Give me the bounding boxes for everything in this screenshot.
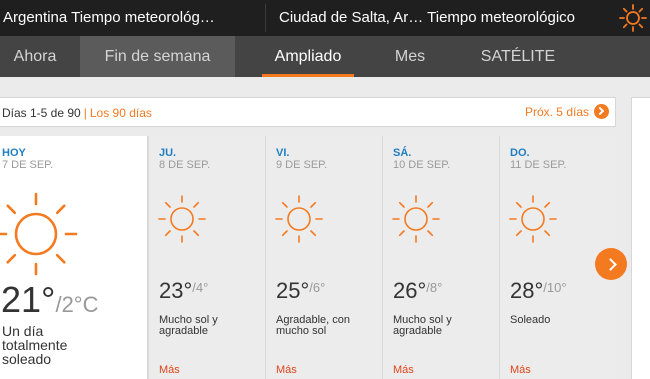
more-link[interactable]: Más xyxy=(159,364,180,376)
temp-low: /2°C xyxy=(55,292,99,317)
forecast-tabs: Ahora Fin de semana Ampliado Mes SATÉLIT… xyxy=(0,36,650,77)
day-date: 9 DE SEP. xyxy=(276,159,328,171)
sun-icon xyxy=(275,195,323,243)
day-description: Agradable, con mucho sol xyxy=(276,315,366,337)
day-date: 7 DE SEP. xyxy=(2,159,54,171)
desc-line: agradable xyxy=(159,325,208,337)
day-description: Un día totalmente soleado xyxy=(2,324,122,366)
day-label: DO. xyxy=(510,147,530,159)
forecast-cards: HOY 7 DE SEP. 21°/2°C Un día totalmente … xyxy=(0,136,616,379)
tab-fin-de-semana[interactable]: Fin de semana xyxy=(80,36,235,77)
tab-satelite[interactable]: SATÉLITE xyxy=(470,36,566,77)
temperature: 23°/4° xyxy=(159,278,208,304)
temp-high: 26° xyxy=(393,278,427,303)
desc-line: totalmente xyxy=(2,337,68,353)
more-link[interactable]: Más xyxy=(393,364,414,376)
side-panel xyxy=(631,97,650,379)
more-link[interactable]: Más xyxy=(276,364,297,376)
day-label: HOY xyxy=(2,147,26,159)
temperature: 21°/2°C xyxy=(1,279,99,321)
sun-icon xyxy=(0,192,78,276)
arrow-right-icon xyxy=(594,104,609,119)
country-title[interactable]: Argentina Tiempo meteorológ… xyxy=(0,0,262,36)
day-label: JU. xyxy=(159,147,177,159)
sun-icon xyxy=(158,195,206,243)
desc-line: Un día xyxy=(2,323,44,339)
desc-line: Soleado xyxy=(510,314,551,326)
temp-high: 21° xyxy=(1,279,56,320)
desc-line: agradable xyxy=(393,325,442,337)
top-header: Argentina Tiempo meteorológ… Ciudad de S… xyxy=(0,0,650,36)
day-date: 10 DE SEP. xyxy=(393,159,451,171)
all-90-days-link[interactable]: Los 90 días xyxy=(90,106,152,120)
temperature: 28°/10° xyxy=(510,278,567,304)
temp-low: /4° xyxy=(192,280,209,295)
range-count: Días 1-5 de 90 | Los 90 días xyxy=(2,106,152,120)
next-days-arrow-button[interactable] xyxy=(595,248,627,280)
next-5-days-label: Próx. 5 días xyxy=(524,104,589,119)
range-count-text: Días 1-5 de 90 xyxy=(2,106,81,120)
range-separator: | xyxy=(83,106,87,120)
next-5-days-link[interactable]: Próx. 5 días xyxy=(525,104,609,119)
temp-high: 28° xyxy=(510,278,544,303)
temperature: 25°/6° xyxy=(276,278,325,304)
temp-low: /6° xyxy=(309,280,326,295)
day-description: Mucho sol y agradable xyxy=(393,315,483,337)
day-card[interactable]: VI. 9 DE SEP. 25°/6° Agradable, con much… xyxy=(265,136,382,379)
sun-icon xyxy=(392,195,440,243)
day-label: VI. xyxy=(276,147,290,159)
day-date: 8 DE SEP. xyxy=(159,159,211,171)
temp-high: 25° xyxy=(276,278,310,303)
desc-line: soleado xyxy=(2,351,52,367)
tab-ahora[interactable]: Ahora xyxy=(0,36,70,77)
temp-low: /10° xyxy=(543,280,567,295)
city-title[interactable]: Ciudad de Salta, Ar… Tiempo meteorológic… xyxy=(279,0,616,36)
day-description: Soleado xyxy=(510,315,600,326)
day-description: Mucho sol y agradable xyxy=(159,315,249,337)
sun-icon xyxy=(509,195,557,243)
desc-line: mucho sol xyxy=(276,325,327,337)
temperature: 26°/8° xyxy=(393,278,442,304)
day-card[interactable]: SÁ. 10 DE SEP. 26°/8° Mucho sol y agrada… xyxy=(382,136,499,379)
temp-low: /8° xyxy=(426,280,443,295)
day-card[interactable]: JU. 8 DE SEP. 23°/4° Mucho sol y agradab… xyxy=(148,136,265,379)
tab-mes[interactable]: Mes xyxy=(380,36,440,77)
day-card-today[interactable]: HOY 7 DE SEP. 21°/2°C Un día totalmente … xyxy=(0,136,148,379)
tab-ampliado[interactable]: Ampliado xyxy=(262,36,354,77)
sun-icon xyxy=(619,4,647,32)
range-bar: Días 1-5 de 90 | Los 90 días Próx. 5 días xyxy=(0,97,616,127)
more-link[interactable]: Más xyxy=(510,364,531,376)
header-divider xyxy=(265,4,266,32)
temp-high: 23° xyxy=(159,278,193,303)
day-date: 11 DE SEP. xyxy=(510,159,567,171)
day-label: SÁ. xyxy=(393,147,412,159)
